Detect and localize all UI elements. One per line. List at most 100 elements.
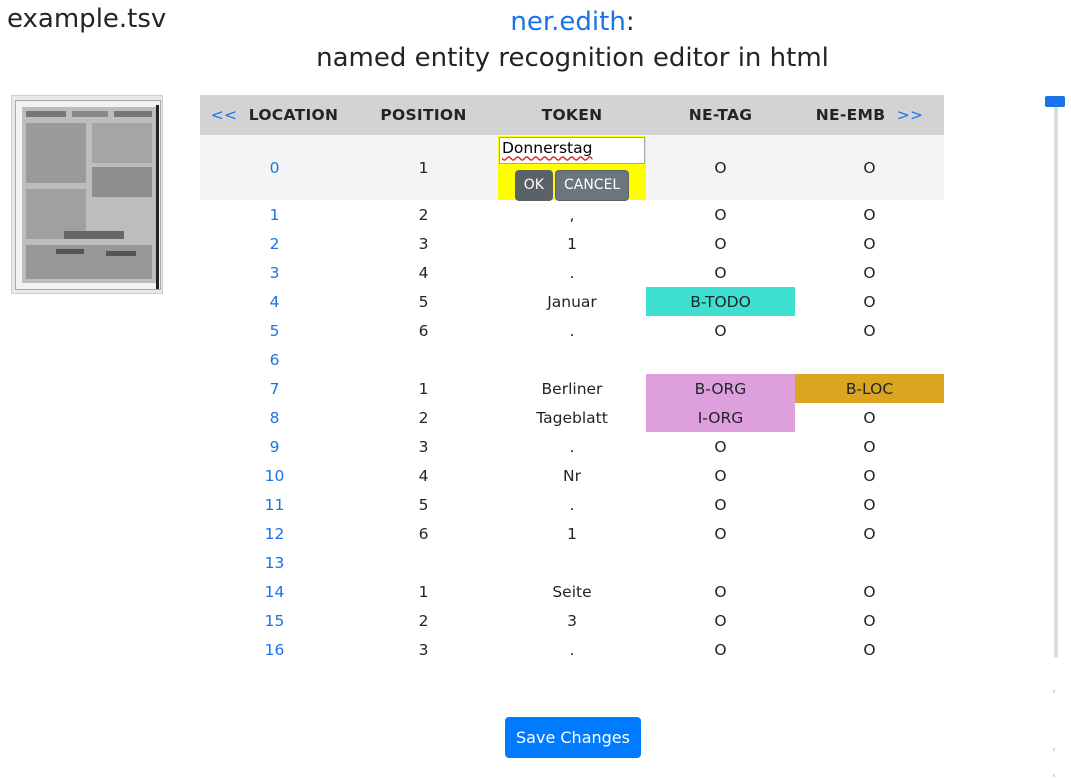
position-cell[interactable]: 2	[349, 403, 498, 432]
ne-emb-cell[interactable]: O	[795, 432, 944, 461]
position-cell[interactable]: 2	[349, 200, 498, 229]
position-cell[interactable]: 3	[349, 229, 498, 258]
ne-tag-cell[interactable]: O	[646, 519, 795, 548]
position-cell[interactable]: 3	[349, 432, 498, 461]
token-cell[interactable]: .	[498, 432, 646, 461]
slider-track[interactable]	[1054, 101, 1058, 658]
token-cell[interactable]: .	[498, 316, 646, 345]
location-link[interactable]: 12	[265, 525, 285, 543]
ne-tag-cell[interactable]: O	[646, 432, 795, 461]
ne-emb-cell[interactable]: O	[795, 229, 944, 258]
ne-emb-cell[interactable]	[795, 548, 944, 577]
ne-emb-cell[interactable]: O	[795, 606, 944, 635]
token-cell[interactable]: .	[498, 490, 646, 519]
ne-tag-cell[interactable]: O	[646, 490, 795, 519]
next-page-button[interactable]: >>	[897, 106, 924, 124]
ne-tag-cell[interactable]: O	[646, 258, 795, 287]
position-cell[interactable]: 5	[349, 287, 498, 316]
token-cell[interactable]: Tageblatt	[498, 403, 646, 432]
position-cell[interactable]: 4	[349, 258, 498, 287]
position-cell[interactable]: 1	[349, 374, 498, 403]
table-row: 56.OO	[200, 316, 944, 345]
ne-emb-cell[interactable]: B-LOC	[795, 374, 944, 403]
page-thumbnail[interactable]	[11, 95, 163, 294]
table-header-row: << LOCATION POSITION TOKEN NE-TAG NE-EMB…	[200, 95, 944, 135]
location-link[interactable]: 10	[265, 467, 285, 485]
ne-tag-cell[interactable]: B-TODO	[646, 287, 795, 316]
token-cell[interactable]: Nr	[498, 461, 646, 490]
ne-tag-cell[interactable]: O	[646, 606, 795, 635]
location-link[interactable]: 11	[265, 496, 285, 514]
token-cell[interactable]: Seite	[498, 577, 646, 606]
ne-emb-cell[interactable]: O	[795, 135, 944, 200]
position-cell[interactable]: 1	[349, 577, 498, 606]
ne-emb-cell[interactable]: O	[795, 461, 944, 490]
slider-handle-icon[interactable]	[1045, 96, 1065, 107]
app-link[interactable]: ner.edith	[510, 7, 625, 37]
ne-emb-cell[interactable]: O	[795, 519, 944, 548]
location-link[interactable]: 5	[270, 322, 280, 340]
token-cell[interactable]: 3	[498, 606, 646, 635]
position-cell[interactable]: 1	[349, 135, 498, 200]
location-link[interactable]: 6	[270, 351, 280, 369]
location-link[interactable]: 14	[265, 583, 285, 601]
location-link[interactable]: 16	[265, 641, 285, 659]
ne-tag-cell[interactable]	[646, 548, 795, 577]
location-link[interactable]: 13	[265, 554, 285, 572]
ne-emb-cell[interactable]: O	[795, 258, 944, 287]
ne-emb-cell[interactable]: O	[795, 316, 944, 345]
ne-emb-cell[interactable]	[795, 345, 944, 374]
location-link[interactable]: 15	[265, 612, 285, 630]
prev-page-button[interactable]: <<	[211, 106, 238, 124]
token-cell[interactable]: .	[498, 258, 646, 287]
zoom-slider[interactable]	[1045, 95, 1067, 660]
location-link[interactable]: 8	[270, 409, 280, 427]
position-cell[interactable]: 2	[349, 606, 498, 635]
location-link[interactable]: 9	[270, 438, 280, 456]
token-cell[interactable]	[498, 345, 646, 374]
ne-emb-cell[interactable]: O	[795, 635, 944, 664]
ne-emb-cell[interactable]: O	[795, 577, 944, 606]
ne-tag-cell[interactable]: I-ORG	[646, 403, 795, 432]
table-row: 16 3. O O	[200, 635, 944, 664]
header-ne-tag: NE-TAG	[646, 95, 795, 135]
location-link[interactable]: 0	[270, 159, 280, 177]
location-link[interactable]: 4	[270, 293, 280, 311]
ne-tag-cell[interactable]: O	[646, 229, 795, 258]
token-cell[interactable]	[498, 548, 646, 577]
ne-tag-cell[interactable]: O	[646, 635, 795, 664]
position-cell[interactable]: 6	[349, 316, 498, 345]
location-link[interactable]: 2	[270, 235, 280, 253]
token-edit-input[interactable]	[499, 136, 645, 164]
ne-emb-cell[interactable]: O	[795, 490, 944, 519]
title-colon: :	[625, 7, 635, 37]
position-cell[interactable]: 4	[349, 461, 498, 490]
token-cell[interactable]: 1	[498, 229, 646, 258]
token-cell[interactable]: 1	[498, 519, 646, 548]
token-cell[interactable]: Berliner	[498, 374, 646, 403]
ok-button[interactable]: OK	[514, 169, 553, 201]
ne-emb-cell[interactable]: O	[795, 287, 944, 316]
position-cell[interactable]: 6	[349, 519, 498, 548]
location-link[interactable]: 1	[270, 206, 280, 224]
ne-emb-cell[interactable]: O	[795, 403, 944, 432]
position-cell[interactable]	[349, 345, 498, 374]
ne-tag-cell[interactable]: O	[646, 461, 795, 490]
token-cell[interactable]: ,	[498, 200, 646, 229]
ne-tag-cell[interactable]: O	[646, 577, 795, 606]
ne-tag-cell[interactable]: O	[646, 135, 795, 200]
ne-tag-cell[interactable]	[646, 345, 795, 374]
ne-tag-cell[interactable]: O	[646, 316, 795, 345]
ne-tag-cell[interactable]: B-ORG	[646, 374, 795, 403]
location-link[interactable]: 7	[270, 380, 280, 398]
cancel-button[interactable]: CANCEL	[554, 169, 630, 201]
token-cell[interactable]: .	[498, 635, 646, 664]
position-cell[interactable]	[349, 548, 498, 577]
location-link[interactable]: 3	[270, 264, 280, 282]
token-cell[interactable]: Januar	[498, 287, 646, 316]
position-cell[interactable]: 5	[349, 490, 498, 519]
save-changes-button[interactable]: Save Changes	[505, 717, 641, 758]
ne-emb-cell[interactable]: O	[795, 200, 944, 229]
ne-tag-cell[interactable]: O	[646, 200, 795, 229]
position-cell[interactable]: 3	[349, 635, 498, 664]
